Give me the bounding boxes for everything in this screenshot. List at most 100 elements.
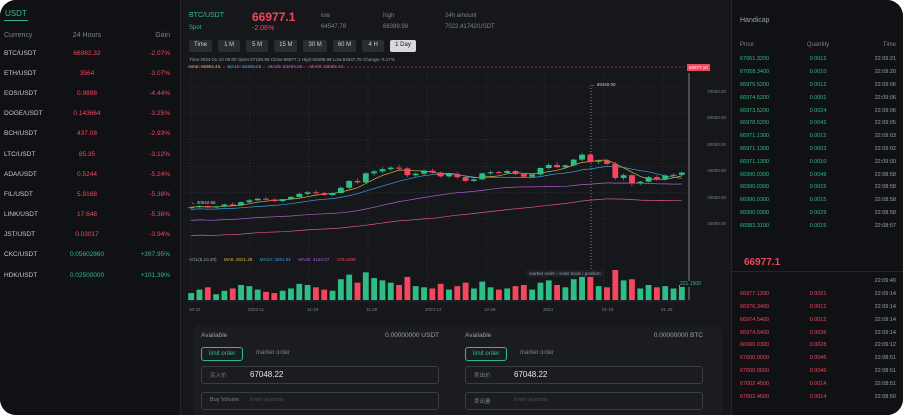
market-row[interactable]: BCH/USDT 437.08 -2.93% bbox=[0, 124, 180, 144]
sell-price-field[interactable]: 卖出价 67048.22 bbox=[465, 366, 703, 384]
timeframe-button[interactable]: 30 M bbox=[303, 40, 327, 52]
candle-body bbox=[263, 198, 269, 200]
timeframe-button[interactable]: 15 M bbox=[274, 40, 298, 52]
handicap-row[interactable]: 67000.0000 0.0046 22:08:51 bbox=[740, 352, 896, 365]
market-row[interactable]: JST/USDT 0.03017 -3.94% bbox=[0, 225, 180, 245]
handicap-row[interactable]: 66990.0300 0.0049 22:08:58 bbox=[740, 168, 896, 181]
handicap-row[interactable]: 66976.3400 0.0012 22:09:14 bbox=[740, 301, 896, 314]
handicap-price: 66976.3400 bbox=[740, 303, 770, 310]
handicap-row[interactable]: 66973.5200 0.0024 22:09:06 bbox=[740, 104, 896, 117]
candle-body bbox=[637, 181, 644, 184]
candle-body bbox=[554, 164, 561, 168]
handicap-panel: Handicap Price Quantity Time 67061.3200 0… bbox=[731, 0, 903, 415]
candle-body bbox=[504, 171, 511, 173]
buy-amount-field[interactable]: Buy Volume Enter quantity bbox=[201, 392, 439, 410]
handicap-row[interactable]: 66978.5200 0.0042 22:09:05 bbox=[740, 117, 896, 130]
mid-price: 66977.1 bbox=[744, 257, 781, 268]
sell-available-label: Available bbox=[465, 332, 492, 339]
handicap-qty: 0.0003 bbox=[809, 145, 827, 152]
x-tick-label: 01-28 bbox=[661, 307, 673, 312]
volume-bar bbox=[271, 293, 278, 300]
chart-panel: BTC/USDT Spot 66977.1 -2.06% low 64547.7… bbox=[181, 0, 730, 415]
market-row[interactable]: ADA/USDT 0.5244 -5.24% bbox=[0, 164, 180, 184]
handicap-row[interactable]: 66990.0300 0.0015 22:08:58 bbox=[740, 181, 896, 194]
market-rows: BTC/USDT 66982.32 -2.07% ETH/USDT 3564 -3.07%… bbox=[0, 43, 180, 285]
handicap-time: 22:09:14 bbox=[874, 303, 896, 310]
pair-symbol[interactable]: BTC/USDT bbox=[189, 12, 224, 19]
candle-body bbox=[562, 165, 569, 168]
market-row[interactable]: FIL/USDT 5.9168 -5.38% bbox=[0, 184, 180, 204]
buy-price-field[interactable]: 买入价 67048.22 bbox=[201, 366, 439, 384]
handicap-row[interactable]: 67000.0000 0.0046 22:08:51 bbox=[740, 365, 896, 378]
timeframe-button[interactable]: Time bbox=[189, 40, 213, 52]
handicap-qty: 0.0015 bbox=[809, 184, 827, 191]
sell-limit-order-tab[interactable]: limit order bbox=[465, 347, 508, 361]
handicap-row[interactable]: 66974.5400 0.0036 22:09:14 bbox=[740, 326, 896, 339]
handicap-row[interactable]: 66974.5200 0.0001 22:09:06 bbox=[740, 91, 896, 104]
candle-body bbox=[387, 167, 394, 170]
timeframe-button[interactable]: 60 M bbox=[332, 40, 357, 52]
candle-body bbox=[204, 206, 211, 208]
candle-body bbox=[512, 171, 519, 175]
timeframe-button[interactable]: 1 Day bbox=[390, 40, 416, 52]
sell-amount-field[interactable]: 卖出量 Enter quantity bbox=[465, 392, 703, 410]
header-currency[interactable]: Currency bbox=[4, 32, 59, 39]
candle-body bbox=[653, 177, 660, 180]
candle-body bbox=[537, 168, 544, 175]
handicap-qty: 0.0046 bbox=[809, 367, 827, 374]
handicap-row[interactable]: 66990.0300 0.0029 22:08:58 bbox=[740, 207, 896, 220]
y-tick-label: 40000.00 bbox=[707, 168, 726, 174]
market-price: 17.648 bbox=[77, 211, 97, 219]
handicap-time: 22:09:06 bbox=[874, 94, 896, 101]
tab-usdt[interactable]: USDT bbox=[4, 7, 28, 21]
handicap-row[interactable]: 22:09:40 bbox=[740, 275, 896, 288]
sell-amount-placeholder[interactable]: Enter quantity bbox=[514, 397, 548, 403]
handicap-row[interactable]: 67058.3400 0.0010 22:09:20 bbox=[740, 66, 896, 79]
handicap-row[interactable]: 66977.1200 0.0021 22:09:14 bbox=[740, 288, 896, 301]
handicap-row[interactable]: 66983.3100 0.0015 22:08:57 bbox=[740, 219, 896, 232]
volume-bar bbox=[196, 289, 203, 300]
sell-market-order-tab[interactable]: market order bbox=[520, 350, 554, 356]
header-24h[interactable]: 24 Hours bbox=[59, 32, 114, 39]
handicap-price: 67002.4500 bbox=[740, 393, 770, 400]
timeframe-button[interactable]: 4 H bbox=[362, 40, 385, 52]
handicap-row[interactable]: 66971.1300 0.0012 22:09:03 bbox=[740, 130, 896, 143]
sell-amount-label: 卖出量 bbox=[474, 399, 491, 405]
handicap-qty: 0.0014 bbox=[809, 393, 827, 400]
handicap-time: 22:09:02 bbox=[874, 145, 896, 152]
handicap-row[interactable]: 66975.5200 0.0012 22:09:06 bbox=[740, 79, 896, 92]
timeframe-button[interactable]: 1 M bbox=[218, 40, 241, 52]
handicap-row[interactable]: 67002.4500 0.0014 22:08:50 bbox=[740, 390, 896, 403]
handicap-row[interactable]: 66990.0300 0.0028 22:09:12 bbox=[740, 339, 896, 352]
handicap-time: 22:08:58 bbox=[874, 209, 896, 216]
buy-market-order-tab[interactable]: market order bbox=[256, 350, 290, 356]
handicap-row[interactable]: 66990.0300 0.0015 22:08:58 bbox=[740, 194, 896, 207]
chart-area[interactable]: Time:2024-01-12 00:00 Open:67180.98 Clos… bbox=[181, 55, 730, 315]
market-change: -5.24% bbox=[149, 170, 170, 178]
volume-bar bbox=[354, 282, 361, 300]
handicap-row[interactable]: 67061.3200 0.0012 22:09:21 bbox=[740, 53, 896, 66]
buy-limit-order-tab[interactable]: limit order bbox=[201, 347, 244, 361]
market-row[interactable]: BTC/USDT 66982.32 -2.07% bbox=[0, 43, 180, 63]
market-row[interactable]: LTC/USDT 85.35 -3.12% bbox=[0, 144, 180, 164]
buy-amount-placeholder[interactable]: Enter quantity bbox=[250, 397, 284, 403]
handicap-qty: 0.0010 bbox=[809, 158, 827, 165]
handicap-row[interactable]: 66971.1300 0.0010 22:09:00 bbox=[740, 155, 896, 168]
candlestick-chart[interactable] bbox=[181, 55, 730, 315]
timeframe-button[interactable]: 5 M bbox=[246, 40, 269, 52]
handicap-row[interactable]: 67002.4500 0.0014 22:08:51 bbox=[740, 377, 896, 390]
buy-price-value[interactable]: 67048.22 bbox=[250, 370, 283, 379]
handicap-row[interactable]: 66974.5400 0.0012 22:09:14 bbox=[740, 313, 896, 326]
volume-bar bbox=[529, 289, 536, 300]
market-row[interactable]: CKC/USDT 0.05602860 +397.95% bbox=[0, 245, 180, 265]
market-row[interactable]: LINK/USDT 17.648 -5.36% bbox=[0, 205, 180, 225]
header-gain[interactable]: Gain bbox=[115, 32, 176, 39]
market-row[interactable]: DOGE/USDT 0.143664 -3.25% bbox=[0, 104, 180, 124]
handicap-time: 22:08:50 bbox=[874, 393, 896, 400]
market-row[interactable]: HDK/USDT 0.02500000 +101.39% bbox=[0, 265, 180, 285]
market-row[interactable]: EOS/USDT 0.9898 -4.44% bbox=[0, 83, 180, 103]
market-row[interactable]: ETH/USDT 3564 -3.07% bbox=[0, 63, 180, 83]
handicap-row[interactable]: 66971.1300 0.0003 22:09:02 bbox=[740, 143, 896, 156]
volume-bar bbox=[612, 270, 619, 300]
sell-price-value[interactable]: 67048.22 bbox=[514, 370, 547, 379]
